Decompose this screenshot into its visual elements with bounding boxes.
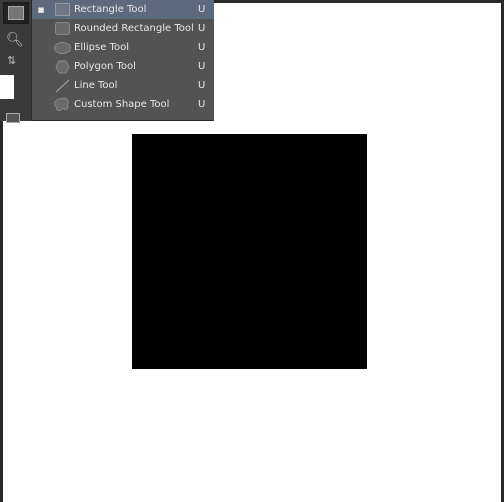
shortcut-key: U: [198, 61, 206, 72]
menu-item-polygon-tool[interactable]: Polygon Tool U: [32, 57, 214, 76]
menu-item-custom-shape-tool[interactable]: Custom Shape Tool U: [32, 95, 214, 114]
menu-item-label: Rounded Rectangle Tool: [74, 23, 194, 34]
rectangle-icon: [8, 6, 24, 20]
menu-item-label: Ellipse Tool: [74, 42, 129, 53]
quick-mask-icon[interactable]: [6, 113, 20, 123]
rectangle-tool-button[interactable]: [3, 2, 29, 24]
menu-item-rectangle-tool[interactable]: ■ Rectangle Tool U: [32, 0, 214, 19]
ellipse-icon: [53, 41, 71, 54]
menu-item-label: Polygon Tool: [74, 61, 136, 72]
shortcut-key: U: [198, 4, 206, 15]
rounded-rectangle-icon: [54, 22, 70, 35]
swap-colors-icon[interactable]: ⇅: [7, 54, 16, 67]
shortcut-key: U: [198, 23, 206, 34]
background-color-swatch[interactable]: [0, 75, 14, 99]
shortcut-key: U: [198, 80, 206, 91]
menu-item-label: Line Tool: [74, 80, 118, 91]
menu-item-label: Custom Shape Tool: [74, 99, 170, 110]
rectangle-icon: [54, 3, 70, 16]
shortcut-key: U: [198, 42, 206, 53]
tools-panel: 🔍︎ ⇅: [0, 0, 31, 123]
selected-indicator-icon: ■: [37, 5, 45, 14]
menu-item-rounded-rectangle-tool[interactable]: Rounded Rectangle Tool U: [32, 19, 214, 38]
shape-tools-flyout-menu: ■ Rectangle Tool U Rounded Rectangle Too…: [31, 0, 214, 121]
menu-item-label: Rectangle Tool: [74, 4, 147, 15]
menu-item-ellipse-tool[interactable]: Ellipse Tool U: [32, 38, 214, 57]
line-icon: [55, 79, 69, 92]
menu-item-line-tool[interactable]: Line Tool U: [32, 76, 214, 95]
shortcut-key: U: [198, 99, 206, 110]
polygon-icon: [54, 60, 70, 73]
black-rectangle-shape[interactable]: [132, 134, 367, 369]
custom-shape-icon: [53, 97, 69, 111]
zoom-tool-icon[interactable]: 🔍︎: [6, 32, 24, 48]
